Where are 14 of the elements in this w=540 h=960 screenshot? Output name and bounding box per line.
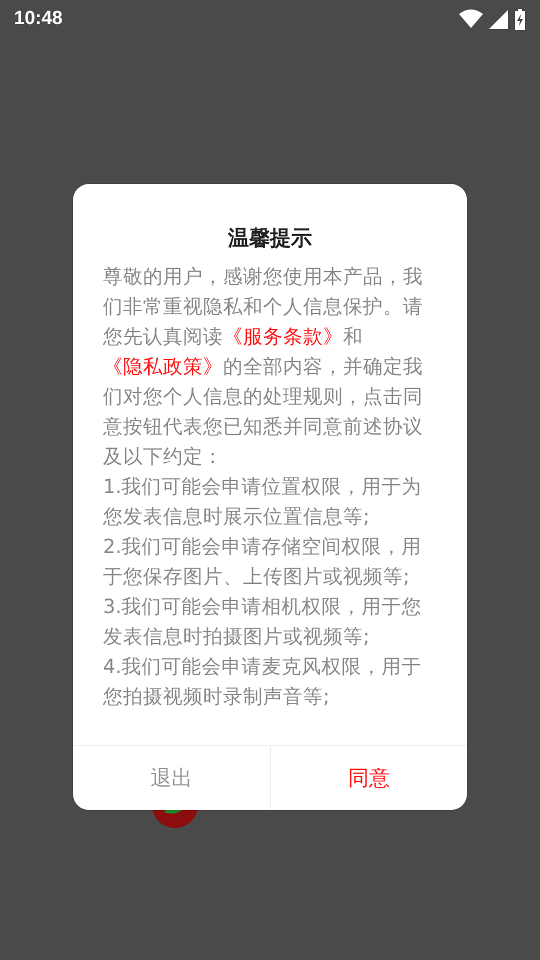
wifi-icon [459,9,483,29]
policy-link[interactable]: 《隐私政策》 [103,355,223,378]
permission-text: 4.我们可能会申请麦克风权限，用于您拍摄视频时录制声音等; [103,654,423,710]
exit-button[interactable]: 退出 [73,746,270,810]
policy-link[interactable]: 《服务条款》 [223,325,343,348]
clock-time: 10:48 [14,8,63,30]
consent-paragraph: 尊敬的用户，感谢您使用本产品，我们非常重视隐私和个人信息保护。请您先认真阅读《服务条款》和 《隐私政策》的全部内容，并确定我们对您个人信息的处理规则，点击同意按钮代表您已知悉并同意前述协议及以下约定： [103,264,424,470]
agree-button[interactable]: 同意 [270,746,467,810]
permission-text: 2.我们可能会申请存储空间权限，用于您保存图片、上传图片或视频等; [103,534,423,590]
battery-charging-icon [514,8,526,30]
signal-icon [489,10,508,28]
permission-text: 1.我们可能会申请位置权限，用于为您发表信息时展示位置信息等; [103,474,423,530]
permission-text: 3.我们可能会申请相机权限，用于您发表信息时拍摄图片或视频等; [103,594,423,650]
dialog-title: 温馨提示 [228,225,312,252]
